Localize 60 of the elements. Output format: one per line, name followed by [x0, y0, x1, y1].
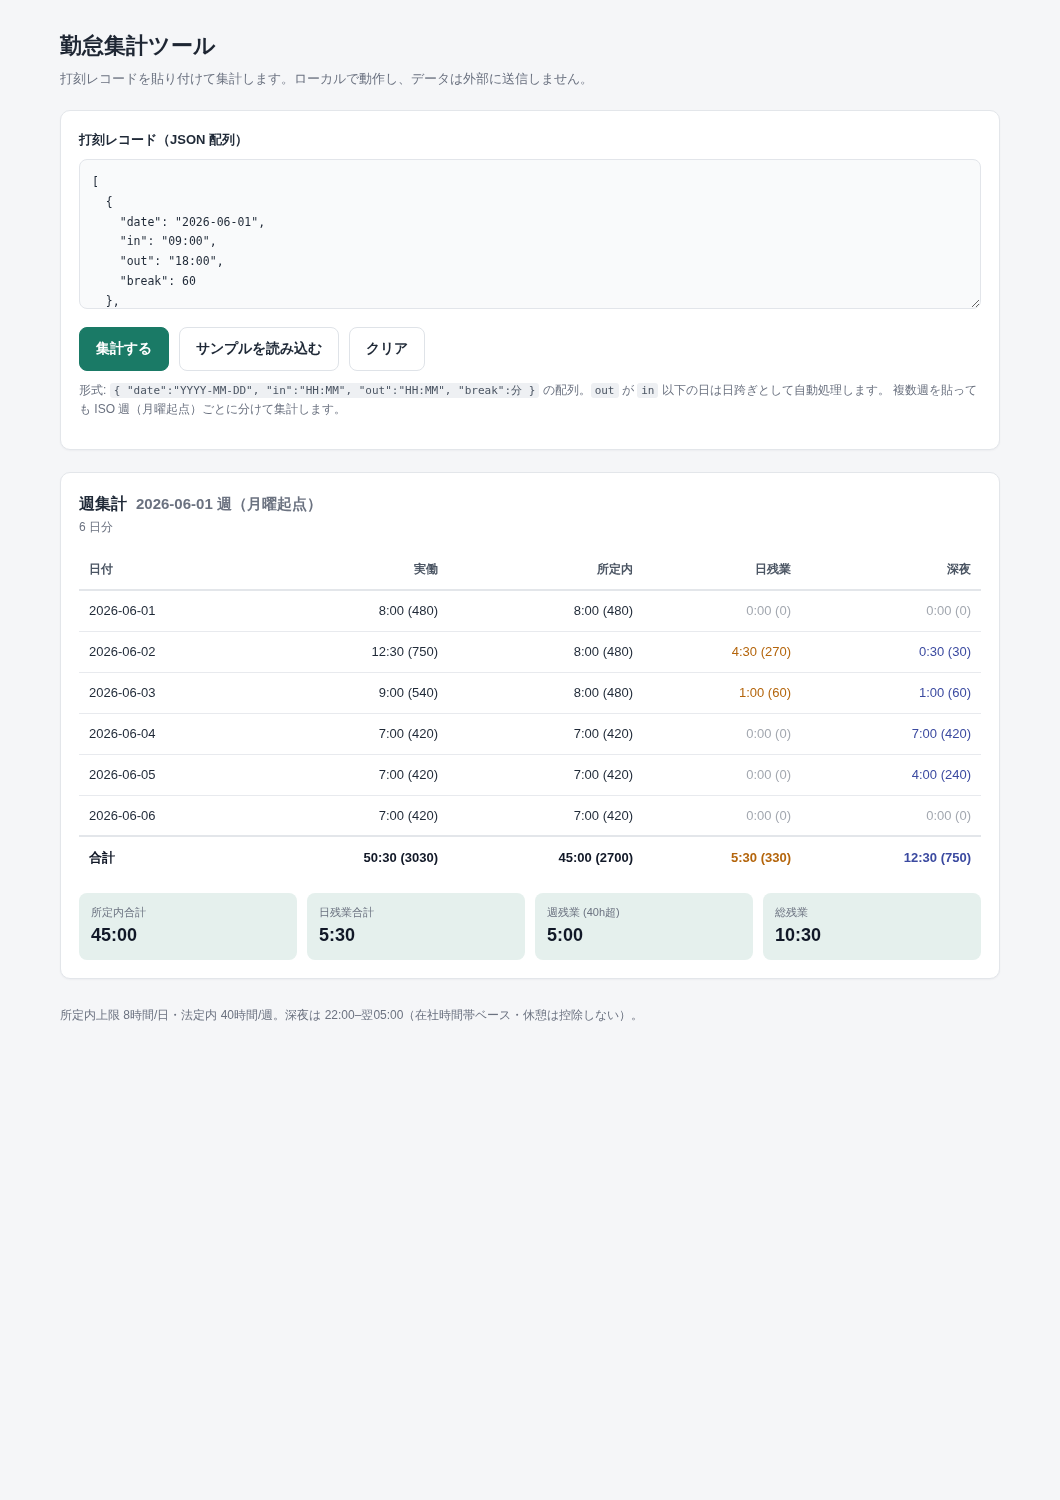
- stat-label: 週残業 (40h超): [547, 905, 621, 919]
- table-cell: 7:00 (420): [279, 754, 448, 795]
- table-cell: 2026-06-05: [79, 754, 279, 795]
- column-header: 日付: [79, 550, 279, 590]
- total-cell: 45:00 (2700): [448, 836, 643, 878]
- field-label: 打刻レコード（JSON 配列）: [79, 131, 249, 149]
- table-cell: 4:30 (270): [643, 631, 801, 672]
- page-title: 勤怠集計ツール: [60, 32, 217, 60]
- table-cell: 2026-06-01: [79, 590, 279, 631]
- table-cell: 0:00 (0): [643, 754, 801, 795]
- table-cell: 2026-06-04: [79, 713, 279, 754]
- table-cell: 7:00 (420): [448, 754, 643, 795]
- table-cell: 1:00 (60): [801, 672, 981, 713]
- records-field[interactable]: [ { "date": "2026-06-01", "in": "09:00", "out": "18:00", "break": 60 },: [79, 159, 981, 309]
- column-header: 実働: [279, 550, 448, 590]
- table-cell: 0:00 (0): [643, 590, 801, 631]
- table-cell: 0:00 (0): [643, 713, 801, 754]
- column-header: 深夜: [801, 550, 981, 590]
- table-cell: 2026-06-02: [79, 631, 279, 672]
- total-cell: 5:30 (330): [643, 836, 801, 878]
- table-cell: 2026-06-06: [79, 795, 279, 836]
- table-cell: 7:00 (420): [448, 795, 643, 836]
- table-cell: 7:00 (420): [279, 713, 448, 754]
- table-cell: 9:00 (540): [279, 672, 448, 713]
- stat-value: 5:30: [319, 924, 357, 947]
- table-cell: 0:30 (30): [801, 631, 981, 672]
- stat-value: 45:00: [91, 924, 139, 947]
- table-cell: 8:00 (480): [448, 590, 643, 631]
- week-label: 2026-06-01 週（月曜起点）: [136, 494, 322, 514]
- total-cell: 50:30 (3030): [279, 836, 448, 878]
- stat-label: 総残業: [775, 905, 809, 919]
- stat-label: 所定内合計: [91, 905, 147, 919]
- load-sample-button[interactable]: サンプルを読み込む: [179, 327, 339, 371]
- stat-value: 10:30: [775, 924, 823, 947]
- clear-button[interactable]: クリア: [349, 327, 425, 371]
- column-header: 日残業: [643, 550, 801, 590]
- stat-value: 5:00: [547, 924, 585, 947]
- column-header: 所定内: [448, 550, 643, 590]
- table-cell: 0:00 (0): [801, 590, 981, 631]
- table-cell: 8:00 (480): [448, 631, 643, 672]
- format-hint: 形式: { "date":"YYYY-MM-DD", "in":"HH:MM", "out":"HH:MM", "break":分 } の配列。 out が in 以下の日は日跨ぎとして自動処理します。 複数週を貼っても ISO 週（月曜起点）ごとに分けて集計します。: [79, 382, 979, 418]
- table-cell: 8:00 (480): [448, 672, 643, 713]
- stat-label: 日残業合計: [319, 905, 375, 919]
- total-cell: 12:30 (750): [801, 836, 981, 878]
- table-cell: 4:00 (240): [801, 754, 981, 795]
- table-cell: 1:00 (60): [643, 672, 801, 713]
- table-cell: 2026-06-03: [79, 672, 279, 713]
- table-cell: 12:30 (750): [279, 631, 448, 672]
- page-subtitle: 打刻レコードを貼り付けて集計します。ローカルで動作し、データは外部に送信しません。: [60, 71, 594, 88]
- table-cell: 8:00 (480): [279, 590, 448, 631]
- table-cell: 7:00 (420): [279, 795, 448, 836]
- day-count: 6 日分: [79, 519, 114, 535]
- total-label: 合計: [79, 836, 279, 878]
- table-cell: 0:00 (0): [801, 795, 981, 836]
- footnote: 所定内上限 8時間/日・法定内 40時間/週。深夜は 22:00–翌05:00（在社時間帯ベース・休憩は控除しない）。: [60, 1007, 645, 1023]
- section-title: 週集計: [79, 494, 127, 514]
- table-cell: 7:00 (420): [448, 713, 643, 754]
- table-cell: 7:00 (420): [801, 713, 981, 754]
- aggregate-button[interactable]: 集計する: [79, 327, 169, 371]
- table-cell: 0:00 (0): [643, 795, 801, 836]
